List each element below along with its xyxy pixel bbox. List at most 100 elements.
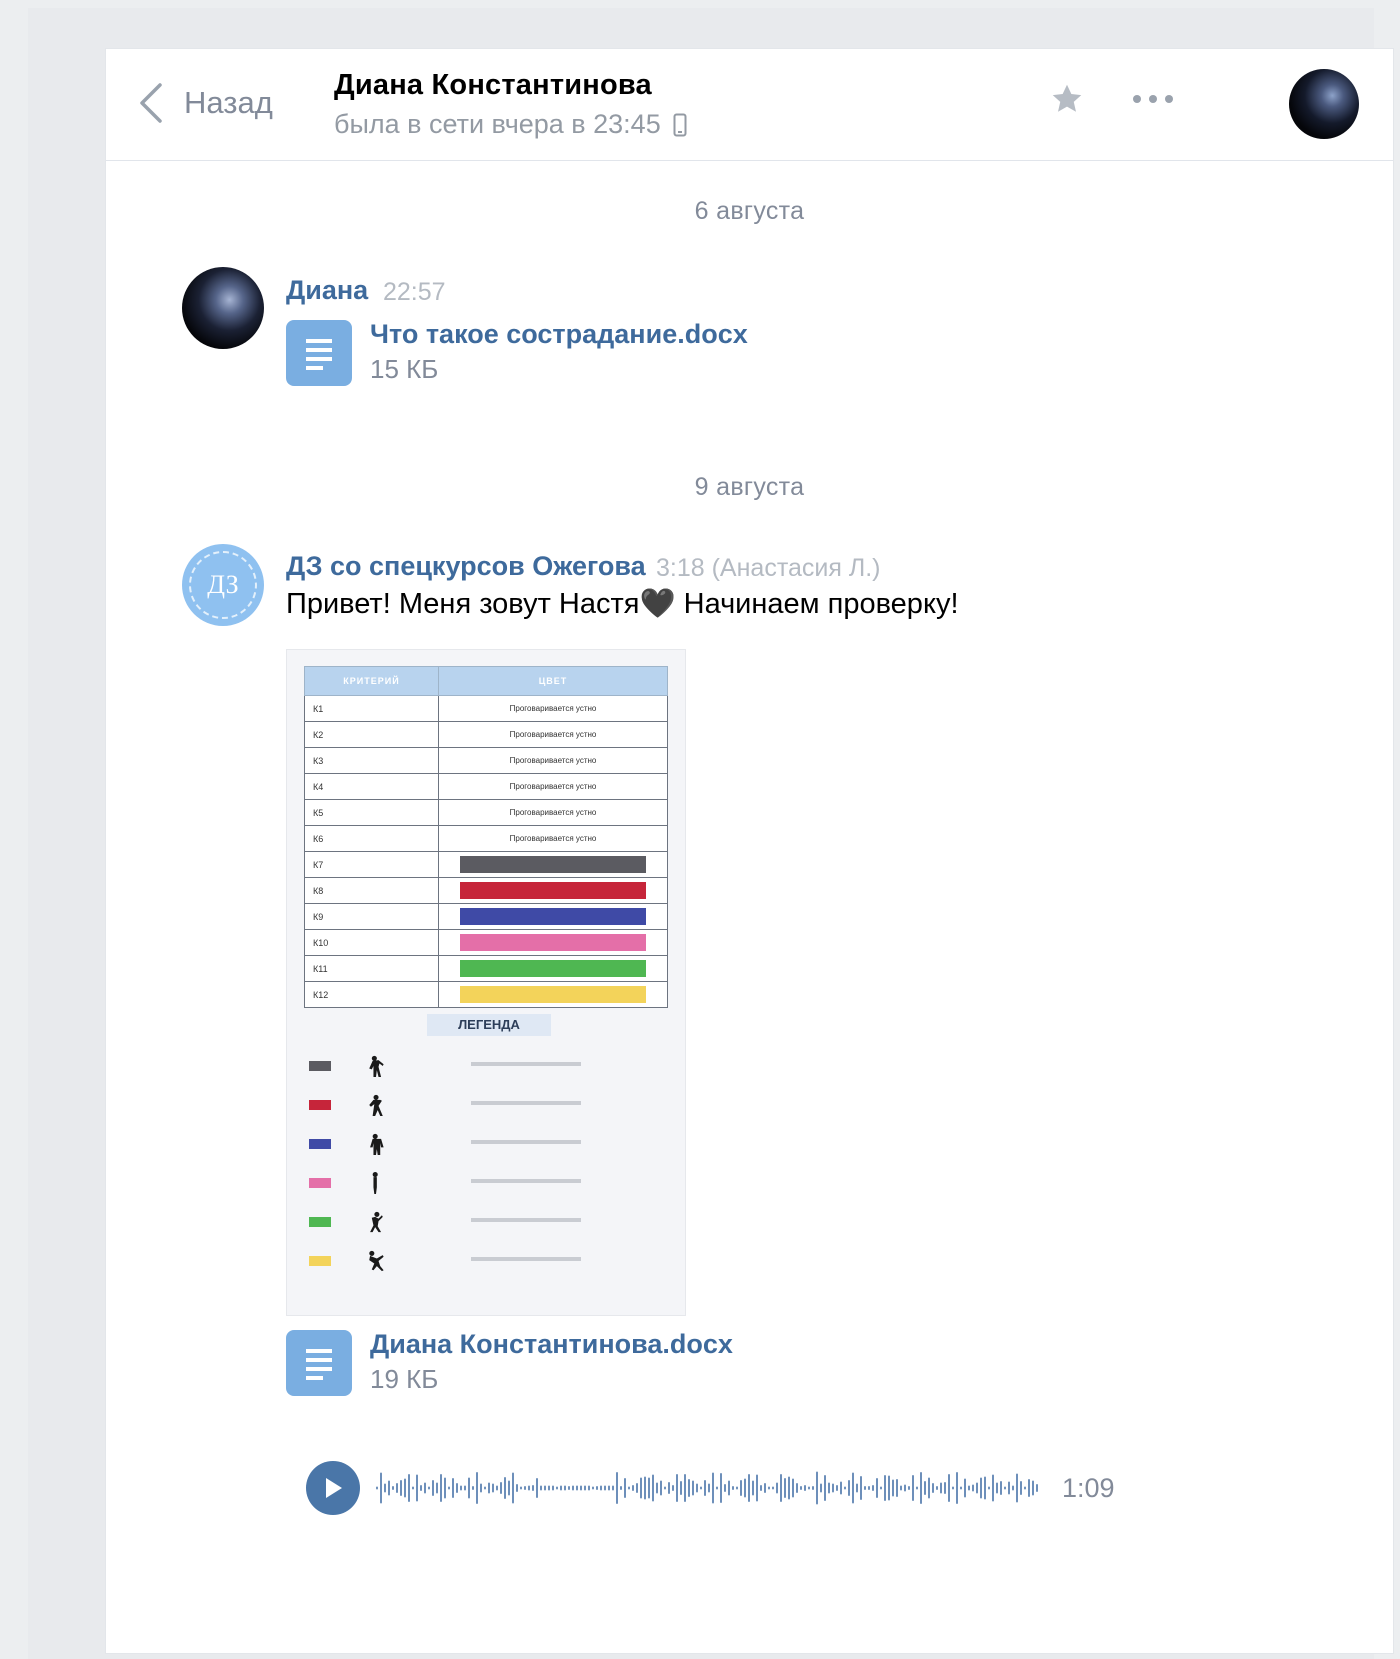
waveform-bar	[748, 1474, 750, 1502]
waveform-bar	[620, 1486, 622, 1490]
waveform-bar	[880, 1486, 882, 1490]
waveform-bar	[688, 1479, 690, 1497]
waveform-bar	[404, 1478, 406, 1498]
legend-text-line	[471, 1179, 581, 1183]
waveform-bar	[1032, 1480, 1034, 1496]
waveform-bar	[784, 1478, 786, 1498]
table-row: К10	[304, 929, 668, 956]
waveform-bar	[492, 1483, 494, 1493]
play-button[interactable]	[306, 1461, 360, 1515]
waveform-bar	[700, 1486, 702, 1490]
waveform-bar	[1012, 1485, 1014, 1491]
waveform-icon[interactable]	[376, 1468, 1040, 1508]
waveform-bar	[1004, 1486, 1006, 1490]
avatar[interactable]	[182, 267, 264, 349]
criterion-cell: К11	[304, 955, 439, 982]
waveform-bar	[796, 1483, 798, 1493]
color-cell	[438, 929, 668, 956]
back-button[interactable]: Назад	[136, 79, 273, 127]
waveform-bar	[900, 1485, 902, 1491]
waveform-bar	[892, 1479, 894, 1497]
waveform-bar	[968, 1485, 970, 1491]
waveform-bar	[552, 1485, 554, 1491]
waveform-bar	[804, 1485, 806, 1491]
waveform-bar	[584, 1485, 586, 1491]
criterion-cell: К2	[304, 721, 439, 748]
waveform-bar	[428, 1486, 430, 1490]
waveform-bar	[624, 1478, 626, 1498]
document-attachment[interactable]: Диана Константинова.docx 19 КБ	[286, 1329, 733, 1396]
document-info: Что такое сострадание.docx 15 КБ	[370, 319, 748, 385]
play-icon	[326, 1478, 342, 1498]
table-row: К8	[304, 877, 668, 904]
date-divider: 9 августа	[694, 473, 805, 501]
waveform-bar	[664, 1486, 666, 1490]
waveform-bar	[712, 1472, 714, 1504]
voice-message: 1:09	[306, 1457, 1126, 1519]
document-name[interactable]: Что такое сострадание.docx	[370, 319, 748, 350]
waveform-bar	[916, 1486, 918, 1490]
waveform-bar	[936, 1486, 938, 1490]
waveform-bar	[924, 1481, 926, 1495]
message-author[interactable]: ДЗ со спецкурсов Ожегова	[286, 551, 646, 582]
status-text: была в сети вчера в 23:45	[334, 109, 661, 139]
waveform-bar	[432, 1480, 434, 1496]
waveform-bar	[812, 1486, 814, 1490]
star-icon[interactable]	[1049, 81, 1085, 117]
waveform-bar	[556, 1486, 558, 1490]
message-time: 3:18 (Анастасия Л.)	[656, 554, 881, 582]
waveform-bar	[684, 1474, 686, 1502]
avatar[interactable]: ДЗ	[182, 544, 264, 626]
waveform-bar	[904, 1484, 906, 1492]
waveform-bar	[980, 1477, 982, 1499]
peer-status: была в сети вчера в 23:45	[334, 109, 687, 140]
waveform-bar	[424, 1482, 426, 1494]
photo-attachment[interactable]: КРИТЕРИЙ ЦВЕТ К1 Проговаривается устно К2 П…	[286, 649, 686, 1316]
waveform-bar	[1020, 1481, 1022, 1495]
waveform-bar	[780, 1474, 782, 1502]
waveform-bar	[1008, 1481, 1010, 1495]
legend-row	[309, 1210, 581, 1234]
waveform-bar	[652, 1474, 654, 1502]
peer-name[interactable]: Диана Константинова	[334, 69, 652, 102]
color-cell: Проговаривается устно	[438, 721, 668, 748]
waveform-bar	[592, 1486, 594, 1490]
waveform-bar	[532, 1485, 534, 1491]
waveform-bar	[1028, 1479, 1030, 1497]
legend-swatch	[309, 1178, 331, 1188]
color-cell	[438, 851, 668, 878]
waveform-bar	[864, 1486, 866, 1490]
legend-text-line	[471, 1218, 581, 1222]
color-cell	[438, 903, 668, 930]
criterion-cell: К8	[304, 877, 439, 904]
waveform-bar	[608, 1485, 610, 1491]
more-icon[interactable]	[1131, 87, 1175, 111]
waveform-bar	[448, 1486, 450, 1490]
color-cell: Проговаривается устно	[438, 825, 668, 852]
legend-text-line	[471, 1140, 581, 1144]
waveform-bar	[376, 1486, 378, 1490]
waveform-bar	[416, 1474, 418, 1502]
waveform-bar	[764, 1483, 766, 1493]
document-attachment[interactable]: Что такое сострадание.docx 15 КБ	[286, 319, 748, 386]
legend-text-line	[471, 1101, 581, 1105]
waveform-bar	[920, 1472, 922, 1504]
message-author[interactable]: Диана	[286, 275, 368, 306]
color-swatch	[460, 908, 646, 925]
criterion-cell: К1	[304, 695, 439, 722]
chat-header: Назад Диана Константинова была в сети вч…	[106, 49, 1393, 161]
figure-icon	[369, 1094, 383, 1116]
waveform-bar	[816, 1471, 818, 1505]
legend-swatch	[309, 1061, 331, 1071]
waveform-bar	[468, 1477, 470, 1499]
document-size: 15 КБ	[370, 354, 439, 384]
peer-avatar[interactable]	[1289, 69, 1359, 139]
waveform-bar	[732, 1486, 734, 1490]
waveform-bar	[380, 1472, 382, 1504]
document-name[interactable]: Диана Константинова.docx	[370, 1329, 733, 1360]
waveform-bar	[436, 1482, 438, 1494]
waveform-bar	[792, 1478, 794, 1498]
waveform-bar	[604, 1485, 606, 1491]
criterion-cell: К4	[304, 773, 439, 800]
waveform-bar	[692, 1480, 694, 1496]
